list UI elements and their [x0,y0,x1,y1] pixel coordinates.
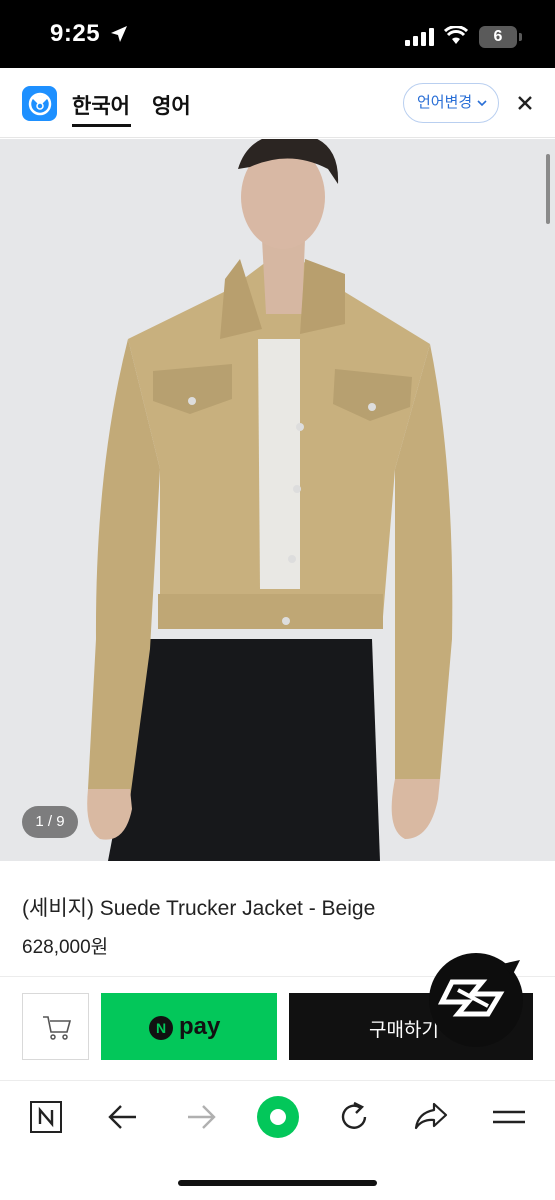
forward-arrow-icon[interactable] [186,1103,216,1131]
naver-n-icon[interactable] [30,1101,62,1133]
tab-korean[interactable]: 한국어 [72,90,130,120]
npay-label: pay [179,1013,221,1040]
refresh-icon[interactable] [338,1101,370,1133]
wifi-icon [444,26,468,44]
status-bar: 9:25 6 [0,0,555,68]
product-image[interactable] [0,139,555,861]
green-dot-icon[interactable] [256,1095,300,1139]
cart-button[interactable] [22,993,89,1060]
battery-nub [519,33,522,41]
image-counter: 1 / 9 [22,806,78,838]
npay-button[interactable]: N pay [101,993,277,1060]
model-photo [0,139,555,861]
back-arrow-icon[interactable] [108,1103,138,1131]
status-time: 9:25 [50,20,101,47]
home-indicator [178,1180,377,1186]
npay-logo-icon: N [149,1016,173,1040]
change-language-label: 언어변경 [417,94,473,111]
product-price: 628,000원 [22,937,109,958]
location-arrow-icon [111,26,127,42]
scrollbar-thumb[interactable] [546,154,550,224]
translate-bar: 한국어 영어 언어변경 [0,68,555,138]
cellular-signal-icon [405,28,434,46]
share-icon[interactable] [414,1101,448,1131]
menu-icon[interactable] [492,1107,526,1127]
tab-english[interactable]: 영어 [152,90,191,120]
active-tab-underline [72,124,131,127]
battery-level: 6 [479,26,517,48]
cart-icon [43,1016,72,1040]
papago-logo-icon [22,86,57,121]
chevron-down-icon [477,100,487,107]
brand-logo-icon[interactable] [428,952,524,1048]
close-icon[interactable] [515,93,535,113]
product-title: (세비지) Suede Trucker Jacket - Beige [22,897,376,920]
change-language-button[interactable]: 언어변경 [403,83,499,123]
